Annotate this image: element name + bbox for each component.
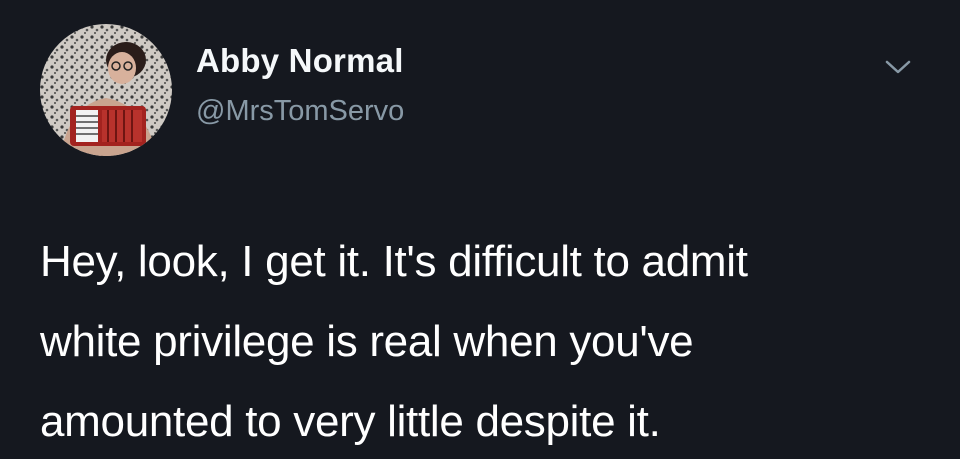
chevron-down-icon[interactable]	[878, 52, 918, 82]
tweet-card: Abby Normal @MrsTomServo Hey, look, I ge…	[0, 0, 960, 459]
tweet-text-line: Hey, look, I get it. It's difficult to a…	[40, 237, 748, 286]
avatar-image	[40, 24, 172, 156]
user-handle[interactable]: @MrsTomServo	[196, 95, 404, 128]
avatar[interactable]	[40, 24, 172, 156]
tweet-text: Hey, look, I get it. It's difficult to a…	[40, 222, 940, 459]
tweet-text-line: white privilege is real when you've	[40, 317, 694, 366]
tweet-text-line: amounted to very little despite it.	[40, 397, 661, 446]
display-name[interactable]: Abby Normal	[196, 42, 404, 80]
